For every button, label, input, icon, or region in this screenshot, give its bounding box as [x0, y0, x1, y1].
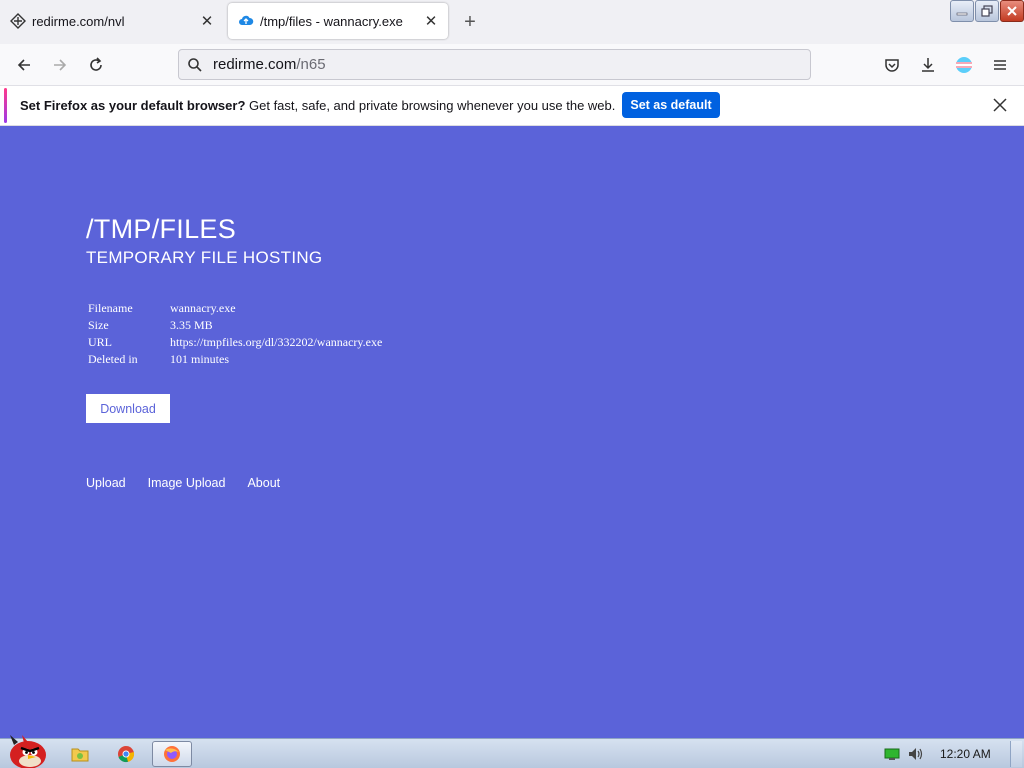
info-key: Size	[88, 318, 109, 332]
start-button[interactable]	[4, 731, 50, 768]
notification-text: Get fast, safe, and private browsing whe…	[245, 98, 616, 113]
info-key: Deleted in	[88, 352, 138, 366]
info-value: https://tmpfiles.org/dl/332202/wannacry.…	[170, 335, 383, 349]
reload-icon	[90, 57, 102, 71]
close-notification-icon[interactable]	[990, 95, 1010, 115]
url-host: redirme.com	[213, 56, 297, 73]
volume-icon[interactable]	[908, 747, 924, 761]
cloud-upload-icon	[238, 13, 254, 29]
download-button[interactable]: Download	[86, 394, 170, 423]
restore-button[interactable]	[975, 0, 999, 22]
menu-button[interactable]	[986, 51, 1014, 79]
taskbar: 12:20 AM	[0, 735, 1024, 768]
taskbar-chrome[interactable]	[106, 741, 146, 767]
downloads-button[interactable]	[914, 51, 942, 79]
info-value: 101 minutes	[170, 352, 229, 366]
info-row-url: URL https://tmpfiles.org/dl/332202/wanna…	[88, 335, 382, 352]
info-value: wannacry.exe	[170, 301, 236, 315]
forward-button[interactable]	[46, 51, 74, 79]
tab-strip: redirme.com/nvl ✕ /tmp/files - wannacry.…	[0, 0, 1024, 44]
hamburger-menu-icon	[994, 60, 1006, 70]
close-tab-icon[interactable]: ✕	[196, 10, 218, 32]
tab-label: redirme.com/nvl	[32, 13, 125, 29]
info-key: Filename	[88, 301, 133, 315]
page-subtitle: TEMPORARY FILE HOSTING	[86, 248, 323, 267]
chrome-icon	[118, 746, 135, 763]
forward-arrow-icon	[54, 59, 67, 71]
default-browser-notification: Set Firefox as your default browser? Get…	[0, 86, 1024, 126]
page-title: /TMP/FILES	[86, 214, 237, 244]
info-value: 3.35 MB	[170, 318, 213, 332]
tab-redirme[interactable]: redirme.com/nvl ✕	[0, 0, 224, 42]
back-button[interactable]	[10, 51, 38, 79]
url-path: /n65	[296, 56, 326, 73]
window-controls	[949, 0, 1024, 26]
about-link[interactable]: About	[247, 476, 280, 490]
notification-accent	[4, 88, 7, 123]
tab-label: /tmp/files - wannacry.exe	[260, 13, 403, 29]
tab-tmpfiles[interactable]: /tmp/files - wannacry.exe ✕	[228, 3, 448, 39]
upload-link[interactable]: Upload	[86, 476, 126, 490]
close-tab-icon[interactable]: ✕	[420, 10, 442, 32]
info-row-deleted-in: Deleted in 101 minutes	[88, 352, 382, 369]
firefox-icon	[164, 746, 180, 762]
info-row-size: Size 3.35 MB	[88, 318, 382, 335]
file-info-table: Filename wannacry.exe Size 3.35 MB URL h…	[88, 301, 382, 369]
taskbar-firefox[interactable]	[152, 741, 192, 767]
notification-message: Set Firefox as your default browser? Get…	[20, 98, 615, 113]
folder-icon	[71, 748, 89, 762]
show-desktop-button[interactable]	[1010, 741, 1022, 767]
pocket-button[interactable]	[878, 51, 906, 79]
footer-nav: Upload Image Upload About	[86, 476, 302, 490]
notification-title: Set Firefox as your default browser?	[20, 98, 246, 113]
system-tray	[878, 739, 924, 768]
account-button[interactable]	[950, 51, 978, 79]
set-as-default-button[interactable]: Set as default	[622, 92, 720, 118]
info-key: URL	[88, 335, 112, 349]
minimize-button[interactable]	[950, 0, 974, 22]
pocket-icon	[885, 59, 899, 72]
info-row-filename: Filename wannacry.exe	[88, 301, 382, 318]
new-tab-button[interactable]: +	[458, 10, 482, 34]
download-icon	[922, 58, 934, 72]
taskbar-file-explorer[interactable]	[60, 741, 100, 767]
firefox-account-icon	[956, 57, 972, 73]
network-icon[interactable]	[884, 747, 900, 761]
taskbar-clock[interactable]: 12:20 AM	[940, 747, 991, 761]
search-icon	[188, 57, 202, 72]
navigation-toolbar: redirme.com/n65	[0, 44, 1024, 86]
back-arrow-icon	[17, 59, 30, 71]
site-icon	[10, 13, 26, 29]
reload-button[interactable]	[82, 51, 110, 79]
image-upload-link[interactable]: Image Upload	[148, 476, 226, 490]
page-content: /TMP/FILES TEMPORARY FILE HOSTING Filena…	[0, 127, 1024, 738]
angry-bird-start-icon	[10, 735, 46, 768]
address-bar[interactable]: redirme.com/n65	[178, 49, 811, 80]
close-window-button[interactable]	[1000, 0, 1024, 22]
